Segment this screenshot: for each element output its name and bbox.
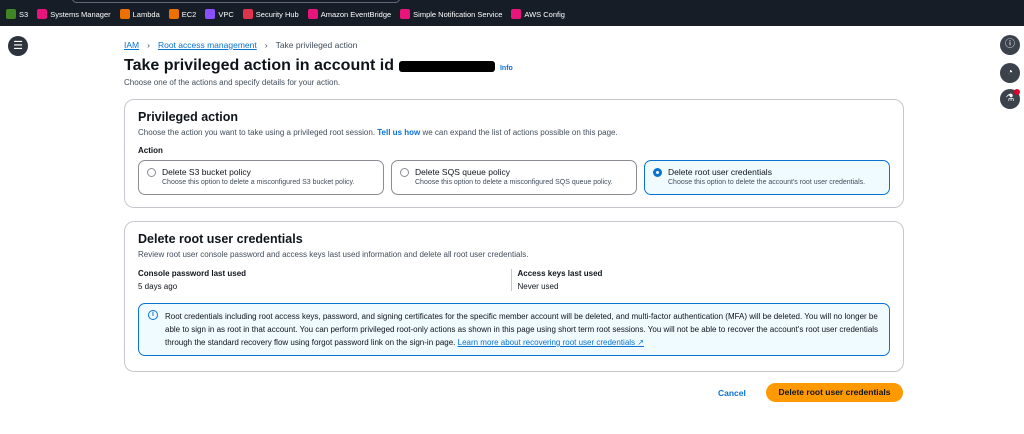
service-icon — [242, 9, 253, 19]
cancel-button[interactable]: Cancel — [716, 386, 748, 400]
option-title: Delete S3 bucket policy — [162, 167, 251, 177]
access-keys-label: Access keys last used — [517, 269, 603, 278]
radio-icon[interactable] — [147, 168, 156, 177]
service-label: Lambda — [132, 9, 160, 19]
access-keys-value: Never used — [517, 282, 559, 291]
redacted-account-id — [398, 60, 495, 72]
option-delete-root-credentials[interactable]: Delete root user credentials Choose this … — [644, 160, 890, 195]
service-shortcut[interactable]: AWS Config — [511, 9, 565, 19]
option-desc: Choose this option to delete the account… — [668, 179, 866, 186]
option-desc: Choose this option to delete a misconfig… — [162, 179, 355, 186]
breadcrumb: IAM › Root access management › Take privil… — [124, 40, 357, 50]
service-icon — [205, 9, 216, 19]
service-icon — [400, 9, 411, 19]
service-label: EC2 — [181, 9, 197, 19]
service-label: VPC — [218, 9, 234, 19]
service-icon — [119, 9, 130, 19]
service-icon — [307, 9, 318, 19]
service-label: Simple Notification Service — [413, 9, 503, 19]
settings-icon[interactable]: ◔ — [1000, 63, 1020, 83]
service-icon — [168, 9, 179, 19]
service-label: Security Hub — [255, 9, 299, 19]
service-icon — [511, 9, 522, 19]
chevron-right-icon: › — [147, 40, 150, 50]
console-password-label: Console password last used — [138, 269, 247, 278]
info-alert: i Root credentials including root access… — [138, 303, 890, 356]
flask-icon[interactable]: ⚗ — [1000, 89, 1020, 109]
page-subtitle: Choose one of the actions and specify de… — [124, 78, 341, 87]
option-delete-s3-policy[interactable]: Delete S3 bucket policy Choose this optio… — [138, 160, 384, 195]
service-shortcut[interactable]: S3 — [6, 9, 28, 19]
search-input[interactable] — [72, 0, 400, 3]
delete-credentials-panel: Delete root user credentials Review root… — [124, 221, 904, 372]
service-label: S3 — [19, 9, 29, 19]
service-label: AWS Config — [524, 9, 565, 19]
panel-title: Privileged action — [138, 110, 239, 124]
service-icon — [37, 9, 48, 19]
console-password-value: 5 days ago — [138, 282, 178, 291]
panel-title: Delete root user credentials — [138, 232, 303, 246]
desc-text: we can expand the list of actions possib… — [420, 128, 618, 137]
notification-dot — [1014, 89, 1020, 95]
panel-description: Review root user console password and ac… — [138, 250, 529, 259]
delete-root-credentials-button[interactable]: Delete root user credentials — [766, 383, 903, 402]
info-icon[interactable]: ⓘ — [1000, 35, 1020, 55]
learn-more-link[interactable]: Learn more about recovering root user cr… — [458, 338, 644, 347]
service-shortcut[interactable]: Simple Notification Service — [400, 9, 502, 19]
chevron-right-icon: › — [264, 40, 268, 50]
radio-icon[interactable] — [400, 168, 409, 177]
service-shortcut[interactable]: Lambda — [119, 9, 160, 19]
option-title: Delete SQS queue policy — [415, 167, 510, 177]
option-title: Delete root user credentials — [668, 167, 772, 177]
info-link[interactable]: Info — [500, 65, 513, 72]
service-shortcut[interactable]: Systems Manager — [37, 9, 111, 19]
service-label: Systems Manager — [50, 9, 111, 19]
breadcrumb-iam[interactable]: IAM — [124, 40, 139, 50]
action-label: Action — [138, 146, 163, 155]
service-shortcut[interactable]: EC2 — [168, 9, 197, 19]
info-icon: i — [148, 310, 158, 320]
page-title-row: Take privileged action in account id Inf… — [124, 57, 513, 75]
option-delete-sqs-policy[interactable]: Delete SQS queue policy Choose this optio… — [391, 160, 637, 195]
radio-selected-icon[interactable] — [653, 168, 662, 177]
option-desc: Choose this option to delete a misconfig… — [415, 179, 613, 186]
breadcrumb-root-access[interactable]: Root access management — [158, 40, 257, 50]
page-title: Take privileged action in account id — [124, 57, 394, 74]
desc-text: Choose the action you want to take using… — [138, 128, 378, 137]
service-label: Amazon EventBridge — [320, 9, 392, 19]
service-shortcut[interactable]: Security Hub — [242, 9, 299, 19]
external-link-icon: ↗ — [637, 338, 644, 347]
service-shortcut[interactable]: Amazon EventBridge — [307, 9, 392, 19]
breadcrumb-current: Take privileged action — [275, 40, 358, 50]
services-favorites-bar: S3 Systems Manager Lambda EC2 VPC Security Hu… — [6, 9, 565, 19]
tell-us-link[interactable]: Tell us how — [377, 128, 420, 137]
service-shortcut[interactable]: VPC — [205, 9, 234, 19]
privileged-action-panel: Privileged action Choose the action you … — [124, 99, 904, 208]
panel-description: Choose the action you want to take using… — [138, 128, 890, 137]
top-navigation: S3 Systems Manager Lambda EC2 VPC Security Hu… — [0, 0, 1024, 26]
service-icon — [6, 9, 16, 19]
menu-icon[interactable]: ☰ — [8, 36, 28, 56]
